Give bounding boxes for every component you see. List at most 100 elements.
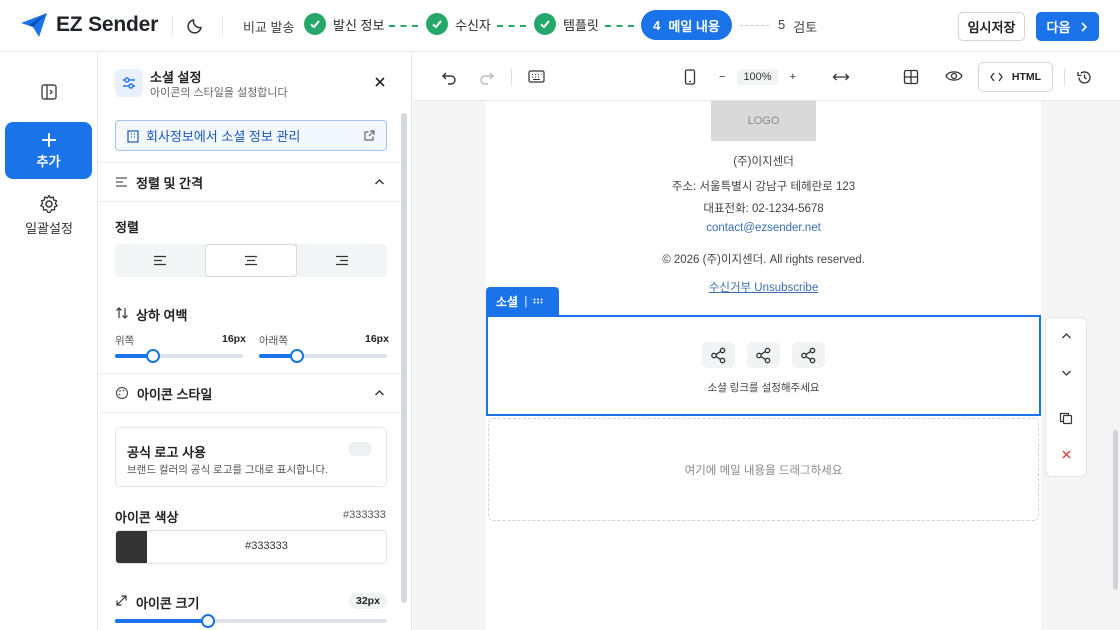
unsubscribe-link[interactable]: 수신거부 Unsubscribe — [486, 279, 1041, 295]
bulk-settings-button[interactable]: 일괄설정 — [0, 194, 98, 237]
email-body: LOGO (주)이지센더 주소: 서울특별시 강남구 테헤란로 123 대표전화… — [486, 101, 1041, 630]
panel-scrollbar[interactable] — [401, 113, 407, 603]
share-icon[interactable] — [792, 342, 825, 368]
block-tag[interactable]: 소셜 | — [486, 287, 559, 315]
chevron-up-icon — [374, 178, 385, 186]
step-mail-content[interactable]: 4 메일 내용 — [641, 10, 732, 40]
sidebar-toggle-icon[interactable] — [40, 83, 58, 101]
editor-canvas: − 100% + HTML LOGO (주)이지센더 주소: 서울특별시 강남구… — [413, 53, 1120, 630]
align-right-button[interactable] — [297, 244, 387, 277]
official-logo-desc: 브랜드 컬러의 공식 로고를 그대로 표시합니다. — [127, 464, 329, 476]
slider-handle[interactable] — [201, 614, 215, 628]
html-view-button[interactable]: HTML — [978, 62, 1053, 92]
footer-address: 주소: 서울특별시 강남구 테헤란로 123 — [671, 181, 856, 193]
top-padding-value: 16px — [222, 333, 246, 345]
building-icon — [126, 129, 140, 143]
social-placeholder-text: 소셜 링크를 설정해주세요 — [707, 382, 820, 394]
next-button[interactable]: 다음 — [1036, 12, 1099, 41]
share-icon[interactable] — [702, 342, 735, 368]
bulk-settings-label: 일괄설정 — [25, 221, 73, 236]
compare-send-toggle[interactable]: 비교 발송 — [243, 17, 294, 36]
footer-company: (주)이지센더 — [733, 156, 794, 168]
icon-size-slider[interactable] — [115, 614, 387, 628]
icon-color-label: 아이콘 색상 — [115, 510, 179, 525]
resize-icon — [115, 594, 128, 607]
zoom-out-button[interactable]: − — [719, 71, 725, 83]
official-logo-title: 공식 로고 사용 — [127, 445, 206, 460]
section-title: 정렬 및 간격 — [136, 175, 204, 191]
icon-size-value: 32px — [349, 593, 387, 609]
align-spacing-section-header[interactable]: 정렬 및 간격 — [99, 162, 401, 202]
step-connector — [389, 25, 418, 27]
temp-save-button[interactable]: 임시저장 — [958, 12, 1025, 41]
bottom-padding-slider[interactable] — [259, 349, 387, 363]
vertical-arrows-icon — [115, 306, 129, 320]
slider-handle[interactable] — [290, 349, 304, 363]
editor-toolbar: − 100% + HTML — [413, 53, 1120, 101]
drop-zone[interactable]: 여기에 메일 내용을 드래그하세요 — [488, 418, 1039, 521]
preview-eye-icon[interactable] — [945, 69, 963, 83]
step-label: 메일 내용 — [668, 18, 720, 34]
close-icon[interactable] — [373, 75, 387, 89]
social-block-selected[interactable]: 소셜 링크를 설정해주세요 — [486, 315, 1041, 416]
external-link-icon — [363, 129, 376, 142]
panel-header: 소셜 설정 아이콘의 스타일을 설정합니다 — [99, 53, 411, 110]
step-number: 5 — [778, 17, 786, 32]
step-review[interactable]: 5 검토 — [778, 17, 817, 36]
move-down-icon[interactable] — [1046, 369, 1086, 377]
divider — [1064, 68, 1065, 86]
mobile-view-icon[interactable] — [684, 69, 696, 85]
zoom-in-button[interactable]: + — [790, 71, 796, 83]
step-recipients[interactable]: 수신자 — [426, 13, 491, 35]
delete-icon[interactable] — [1046, 449, 1086, 460]
icon-style-section-header[interactable]: 아이콘 스타일 — [99, 373, 401, 413]
top-bar: EZ Sender 비교 발송 발신 정보 수신자 템플릿 4 메일 내용 5 … — [0, 0, 1120, 52]
panel-subtitle: 아이콘의 스타일을 설정합니다 — [150, 87, 288, 99]
history-icon[interactable] — [1076, 69, 1093, 86]
footer-copyright: © 2026 (주)이지센더. All rights reserved. — [662, 254, 865, 266]
step-label: 발신 정보 — [333, 17, 385, 33]
undo-icon[interactable] — [441, 69, 457, 85]
social-settings-panel: 소셜 설정 아이콘의 스타일을 설정합니다 회사정보에서 소셜 정보 관리 정렬… — [99, 53, 412, 630]
paper-plane-icon — [20, 12, 48, 38]
top-padding-slider[interactable] — [115, 349, 243, 363]
logo-placeholder[interactable]: LOGO — [711, 101, 816, 141]
moon-icon[interactable] — [186, 15, 206, 35]
keyboard-icon[interactable] — [528, 69, 545, 84]
manage-social-info-label: 회사정보에서 소셜 정보 관리 — [146, 129, 301, 144]
share-icon[interactable] — [747, 342, 780, 368]
footer-contact-email[interactable]: contact@ezsender.net — [486, 222, 1041, 234]
palette-icon — [115, 386, 129, 400]
chevron-up-icon — [374, 389, 385, 397]
step-connector — [740, 25, 769, 26]
grid-icon[interactable] — [903, 69, 919, 85]
align-label: 정렬 — [115, 220, 139, 235]
step-template[interactable]: 템플릿 — [534, 13, 599, 35]
align-center-button[interactable] — [205, 244, 297, 277]
drag-handle-icon[interactable] — [533, 298, 543, 304]
html-label: HTML — [1011, 71, 1042, 83]
color-swatch[interactable] — [116, 531, 147, 563]
step-sender-info[interactable]: 발신 정보 — [304, 13, 384, 35]
divider — [172, 16, 173, 36]
move-up-icon[interactable] — [1046, 332, 1086, 340]
slider-handle[interactable] — [146, 349, 160, 363]
bottom-padding-label: 아래쪽 — [259, 335, 288, 347]
social-icons-row — [488, 342, 1039, 368]
gear-icon — [39, 194, 59, 214]
top-padding-label: 위쪽 — [115, 335, 135, 347]
add-block-button[interactable]: 추가 — [5, 122, 92, 179]
step-label: 수신자 — [455, 17, 491, 33]
redo-icon[interactable] — [479, 69, 495, 85]
brand-logo[interactable]: EZ Sender — [20, 12, 158, 38]
fit-width-icon[interactable] — [832, 70, 850, 84]
manage-social-info-link[interactable]: 회사정보에서 소셜 정보 관리 — [115, 120, 387, 151]
left-rail: 추가 일괄설정 — [0, 53, 98, 630]
tag-divider: | — [524, 294, 528, 308]
icon-color-picker[interactable]: #333333 — [115, 530, 387, 564]
align-left-button[interactable] — [115, 244, 205, 277]
zoom-level[interactable]: 100% — [737, 69, 778, 85]
duplicate-icon[interactable] — [1046, 411, 1086, 425]
canvas-scrollbar[interactable] — [1113, 430, 1118, 590]
official-logo-toggle[interactable] — [348, 442, 372, 456]
